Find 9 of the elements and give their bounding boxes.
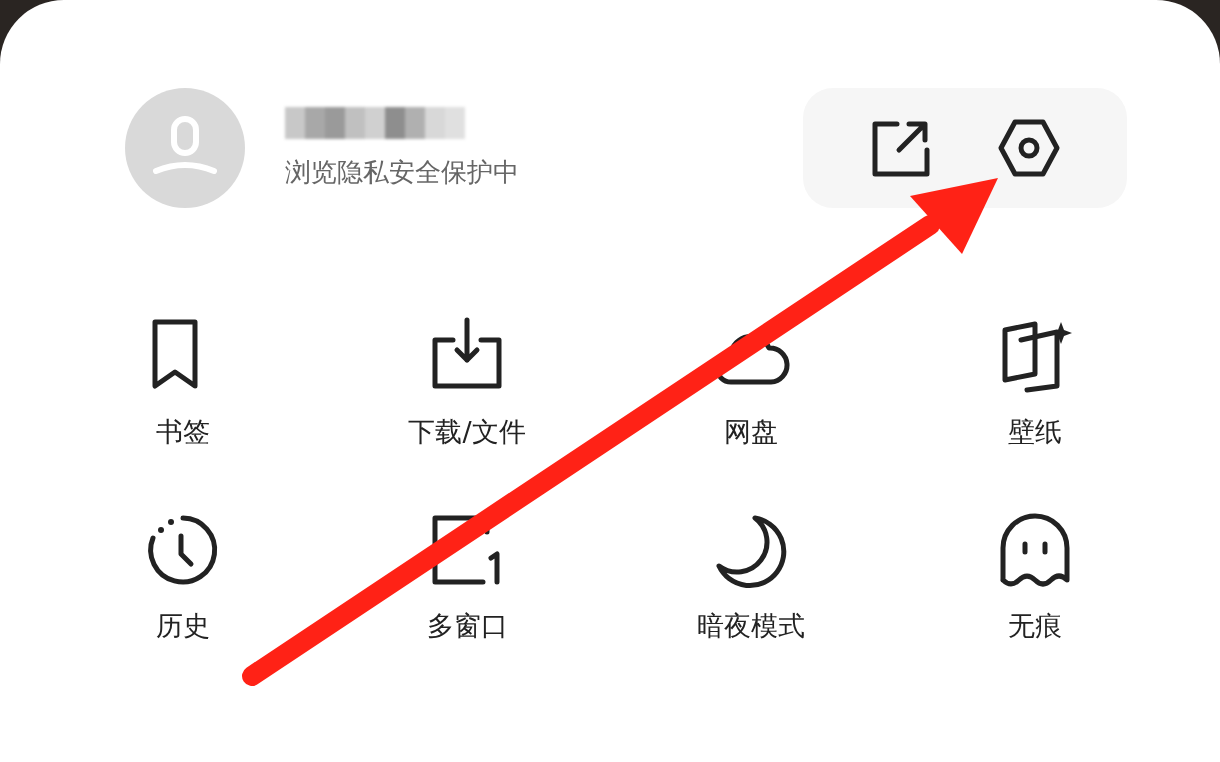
menu-item[interactable]: 书签	[41, 316, 325, 450]
menu-item[interactable]: 暗夜模式	[609, 510, 893, 644]
menu-item[interactable]: 历史	[41, 510, 325, 644]
menu-item[interactable]: 下载/文件	[325, 316, 609, 450]
privacy-status-text: 浏览隐私安全保护中	[285, 155, 519, 189]
menu-item[interactable]: 多窗口	[325, 510, 609, 644]
menu-item[interactable]: 无痕	[893, 510, 1177, 644]
menu-item[interactable]: 网盘	[609, 316, 893, 450]
menu-item[interactable]: 壁纸	[893, 316, 1177, 450]
